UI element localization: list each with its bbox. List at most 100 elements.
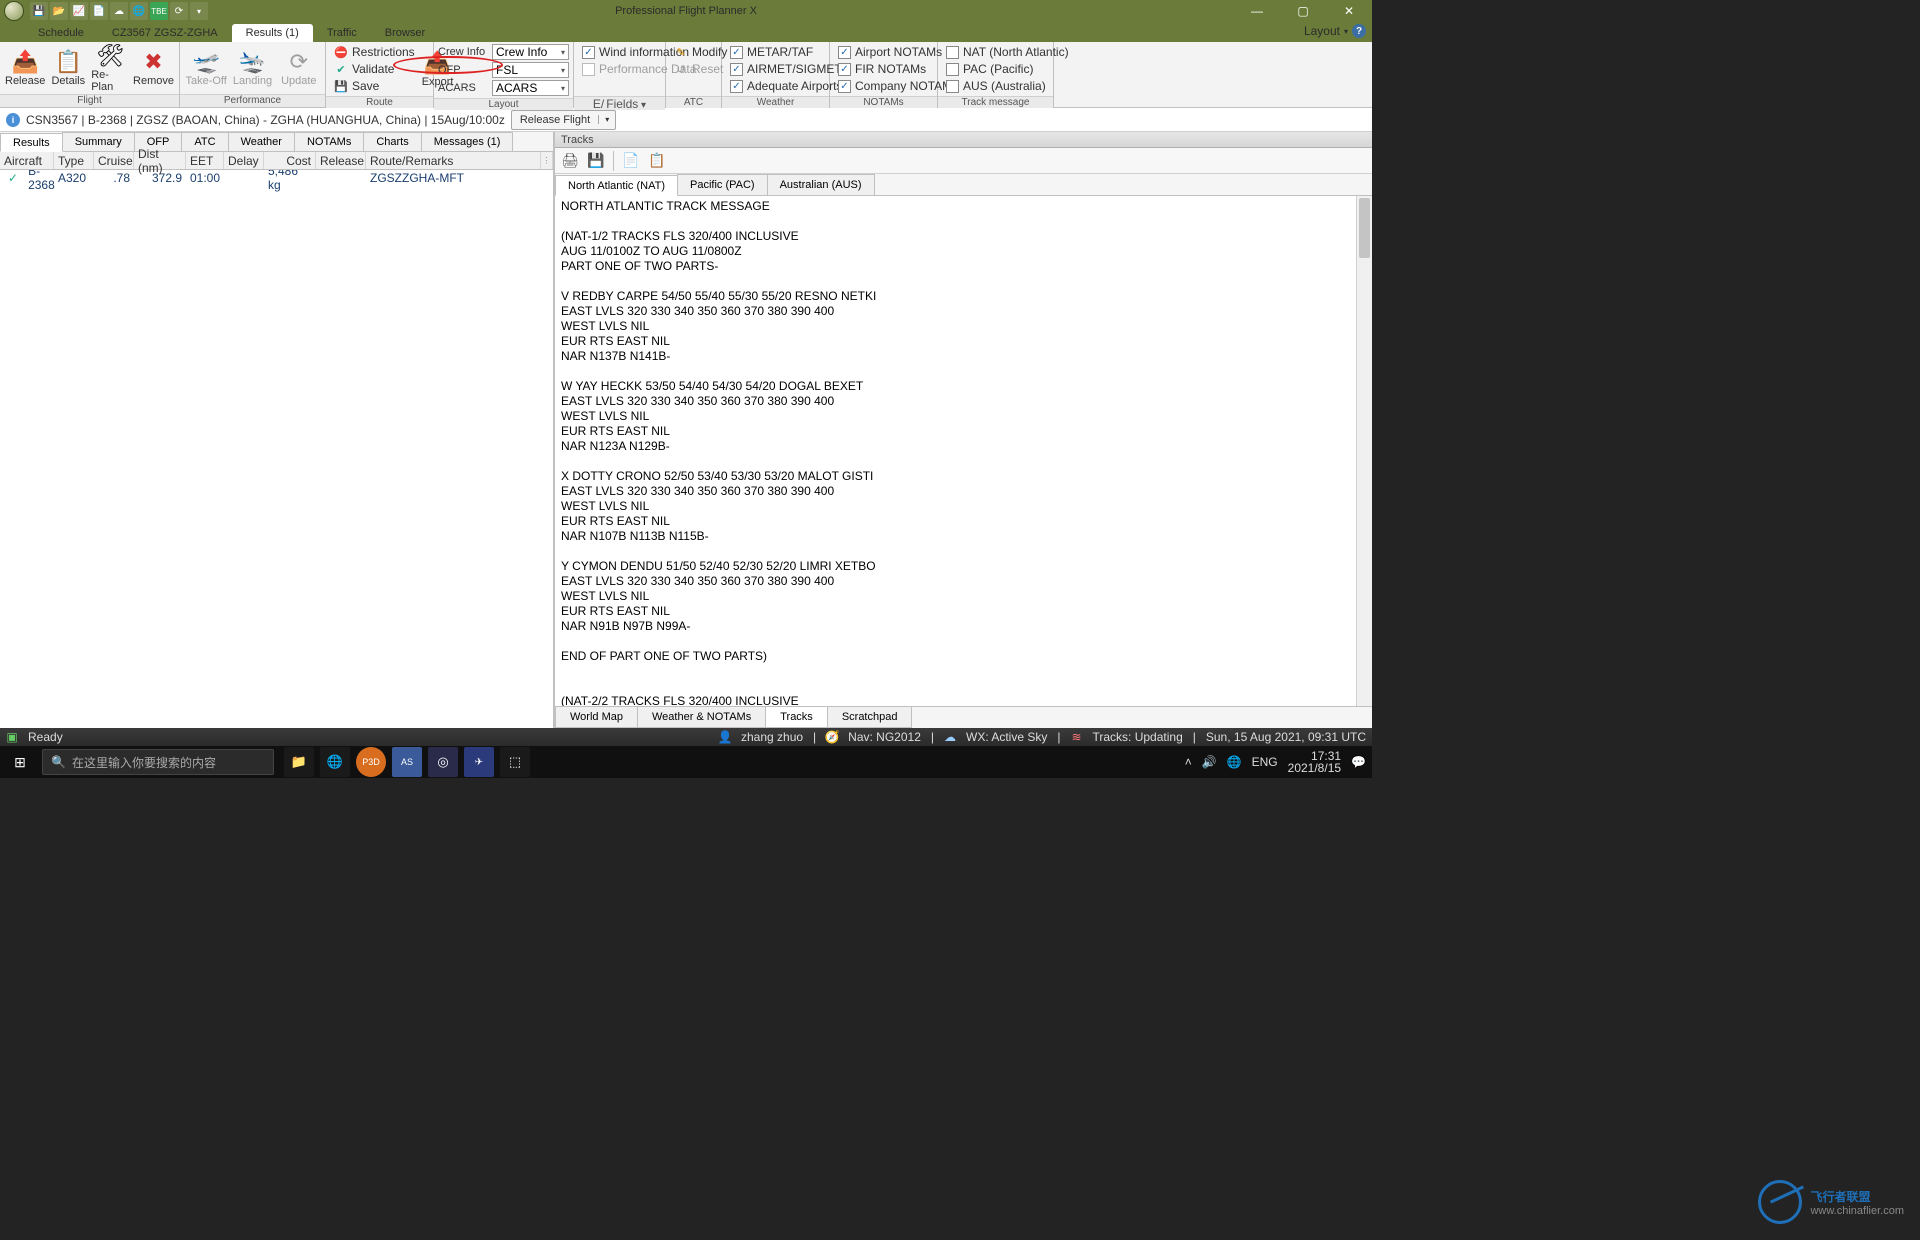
paste-icon[interactable]: 📋 [646,150,668,172]
checkbox-icon: ✓ [838,46,851,59]
release-button[interactable]: 📤Release [4,44,46,92]
scrollbar-thumb[interactable] [1359,198,1370,258]
print-icon[interactable]: 🖨 [559,150,581,172]
tray-notifications-icon[interactable]: 💬 [1351,755,1366,769]
start-button[interactable]: ⊞ [0,746,40,778]
watermark-logo-icon [1758,1180,1802,1224]
group-label: Weather [722,96,829,108]
qat-icon[interactable]: 📄 [90,2,108,20]
tray-volume-icon[interactable]: 🔊 [1202,755,1217,769]
airmet-check[interactable]: ✓AIRMET/SIGMET [726,61,846,77]
remove-button[interactable]: ✖Remove [132,44,175,92]
replan-button[interactable]: 🛠Re-Plan [90,44,130,92]
app-title: Professional Flight Planner X [615,5,757,17]
ready-icon: ▣ [6,731,18,743]
track-message-text[interactable]: NORTH ATLANTIC TRACK MESSAGE (NAT-1/2 TR… [555,196,1372,706]
validate-icon: ✔ [334,62,348,76]
tab-tracks[interactable]: Tracks [765,707,828,728]
task-explorer-icon[interactable]: 📁 [284,747,314,777]
subtab-weather[interactable]: Weather [228,132,295,151]
column-chooser-icon[interactable]: ⋮ [541,152,553,169]
checkbox-icon [946,63,959,76]
save-icon[interactable]: 💾 [585,150,607,172]
tray-chevron-icon[interactable]: ˄ [1185,755,1192,769]
validate-button[interactable]: ✔Validate [330,61,419,77]
tray-lang[interactable]: ENG [1252,755,1278,769]
maximize-button[interactable]: ▢ [1280,0,1326,22]
search-box[interactable]: 🔍 在这里输入你要搜索的内容 [42,749,274,775]
details-button[interactable]: 📋Details [48,44,88,92]
scrollbar[interactable] [1356,196,1372,706]
restrictions-button[interactable]: ⛔Restrictions [330,44,419,60]
task-pfpx-icon[interactable]: ✈ [464,747,494,777]
help-icon[interactable]: ? [1352,24,1366,38]
ofp-dropdown[interactable]: FSL▾ [492,62,569,78]
release-flight-button[interactable]: Release Flight▾ [511,110,616,130]
group-label: Flight [0,94,179,107]
tab-nat[interactable]: North Atlantic (NAT) [555,175,678,196]
wx-icon: ☁ [944,731,956,743]
copy-icon[interactable]: 📄 [620,150,642,172]
tab-browser[interactable]: Browser [371,24,439,42]
nat-check[interactable]: NAT (North Atlantic) [942,44,1073,60]
tab-results[interactable]: Results (1) [232,24,313,42]
group-label: ATC [666,96,721,108]
metar-check[interactable]: ✓METAR/TAF [726,44,846,60]
app-menu-orb[interactable] [4,1,24,21]
landing-icon: 🛬 [239,49,265,75]
tab-world-map[interactable]: World Map [555,707,638,728]
checkbox-icon: ✓ [838,80,851,93]
subtab-summary[interactable]: Summary [62,132,135,151]
subtab-charts[interactable]: Charts [363,132,421,151]
tracks-toolbar: 🖨 💾 📄 📋 [555,148,1372,174]
task-as-icon[interactable]: AS [392,747,422,777]
reset-icon: ↺ [674,62,688,76]
save-route-button[interactable]: 💾Save [330,78,419,94]
layout-menu[interactable]: Layout [1304,24,1340,38]
system-tray: ˄ 🔊 🌐 ENG 17:312021/8/15 💬 [1185,750,1366,774]
subtab-notams[interactable]: NOTAMs [294,132,364,151]
tab-aus[interactable]: Australian (AUS) [767,174,875,195]
acars-dropdown[interactable]: ACARS▾ [492,80,569,96]
aus-check[interactable]: AUS (Australia) [942,78,1073,94]
tray-network-icon[interactable]: 🌐 [1227,755,1242,769]
details-icon: 📋 [55,49,81,75]
qat-icon[interactable]: 🌐 [130,2,148,20]
qat-icon[interactable]: 📂 [50,2,68,20]
qat-icon[interactable]: 💾 [30,2,48,20]
takeoff-button: 🛫Take-Off [184,44,228,92]
result-row[interactable]: ✓B-2368 A320 .78 372.9 01:00 5,486 kg ZG… [0,170,553,186]
tab-schedule[interactable]: Schedule [24,24,98,42]
pac-check[interactable]: PAC (Pacific) [942,61,1073,77]
release-icon: 📤 [12,49,38,75]
group-label[interactable]: E/Fields ▾ [574,96,665,110]
subtab-messages[interactable]: Messages (1) [421,132,514,151]
qat-icon[interactable]: ☁ [110,2,128,20]
qat-icon[interactable]: TBE [150,2,168,20]
qat-dropdown-icon[interactable]: ▾ [190,2,208,20]
task-app-icon[interactable]: ⬚ [500,747,530,777]
tab-traffic[interactable]: Traffic [313,24,371,42]
acars-label: ACARS [438,82,488,94]
tab-scratchpad[interactable]: Scratchpad [827,707,913,728]
chevron-down-icon[interactable]: ▾ [598,115,615,124]
tab-weather-notams[interactable]: Weather & NOTAMs [637,707,766,728]
task-edge-icon[interactable]: 🌐 [320,747,350,777]
status-tracks: Tracks: Updating [1092,730,1182,744]
task-p3d-icon[interactable]: P3D [356,747,386,777]
crew-info-dropdown[interactable]: Crew Info▾ [492,44,569,60]
subtab-atc[interactable]: ATC [181,132,228,151]
task-app-icon[interactable]: ◎ [428,747,458,777]
tab-flight[interactable]: CZ3567 ZGSZ-ZGHA [98,24,232,42]
chevron-down-icon[interactable]: ▾ [1344,27,1348,36]
flight-info-bar: i CSN3567 | B-2368 | ZGSZ (BAOAN, China)… [0,108,1372,132]
subtab-results[interactable]: Results [0,133,63,152]
document-tabs: Schedule CZ3567 ZGSZ-ZGHA Results (1) Tr… [0,22,1372,42]
minimize-button[interactable]: — [1234,0,1280,22]
qat-icon[interactable]: 📈 [70,2,88,20]
tab-pac[interactable]: Pacific (PAC) [677,174,768,195]
qat-icon[interactable]: ⟳ [170,2,188,20]
adeq-airport-check[interactable]: ✓Adequate Airports [726,78,846,94]
close-button[interactable]: ✕ [1326,0,1372,22]
tray-clock[interactable]: 17:312021/8/15 [1288,750,1341,774]
